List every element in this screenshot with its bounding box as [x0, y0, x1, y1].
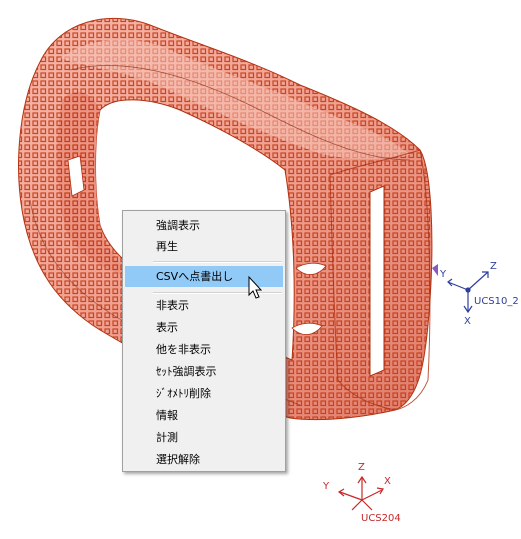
menu-item-replay[interactable]: 再生	[125, 236, 283, 257]
menu-separator	[153, 261, 282, 263]
ucs10-2-z-label: Z	[490, 261, 497, 272]
ucs204-triad	[337, 475, 384, 511]
ucs10-2-name: UCS10_2	[474, 296, 519, 307]
ucs204-name: UCS204	[361, 513, 401, 524]
context-menu: 強調表示 再生 CSVへ点書出し 非表示 表示 他を非表示 ｾｯﾄ強調表示 ｼﾞ…	[122, 210, 286, 472]
menu-item-highlight[interactable]: 強調表示	[125, 215, 283, 236]
ucs10-2-x-label: X	[464, 316, 471, 327]
menu-item-hide-others[interactable]: 他を非表示	[125, 339, 283, 360]
ucs204-x-label: X	[384, 476, 391, 487]
menu-item-delete-geometry[interactable]: ｼﾞｵﾒﾄﾘ削除	[125, 383, 283, 404]
ucs204-z-label: Z	[358, 462, 365, 473]
menu-item-set-highlight[interactable]: ｾｯﾄ強調表示	[125, 361, 283, 382]
arrow-cursor-icon	[248, 276, 263, 299]
ucs204-y-label: Y	[323, 481, 330, 492]
menu-item-info[interactable]: 情報	[125, 405, 283, 426]
menu-item-show[interactable]: 表示	[125, 317, 283, 338]
model-vertex-marker	[432, 264, 438, 276]
menu-item-measure[interactable]: 計測	[125, 427, 283, 448]
model-slot-right	[369, 185, 385, 377]
ucs10-2-y-label: Y	[440, 269, 447, 280]
menu-item-deselect[interactable]: 選択解除	[125, 449, 283, 470]
